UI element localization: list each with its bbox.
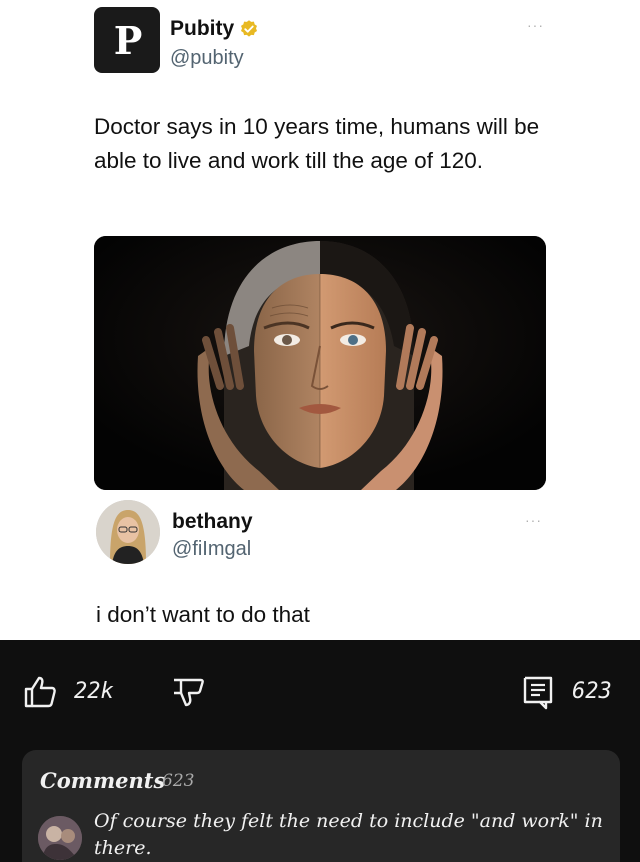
- thumbs-up-icon[interactable]: [22, 674, 58, 710]
- more-options-icon[interactable]: ···: [527, 17, 544, 33]
- post-header: P Pubity @pubity ···: [94, 7, 554, 73]
- screenshot-post: P Pubity @pubity ··· Doctor says in 10 y…: [0, 0, 640, 640]
- verified-badge-icon: [241, 20, 257, 37]
- commenter-avatar-photo: [38, 816, 82, 860]
- post-image-aging-face[interactable]: [94, 236, 546, 490]
- bethany-avatar[interactable]: [96, 500, 160, 564]
- post-author-name[interactable]: Pubity: [170, 17, 234, 41]
- like-count: 22k: [74, 679, 114, 704]
- video-engagement-panel: 22k 623 Comments 623 Of course they felt…: [0, 640, 640, 862]
- post-text: Doctor says in 10 years time, humans wil…: [94, 114, 540, 173]
- post-author-handle[interactable]: @pubity: [170, 47, 244, 70]
- pubity-logo: P: [113, 17, 143, 63]
- thumbs-down-icon[interactable]: [170, 674, 206, 710]
- top-comment-text: Of course they felt the need to include …: [94, 810, 603, 859]
- comments-heading: Comments: [40, 768, 166, 793]
- reply-text: i don’t want to do that: [96, 602, 310, 627]
- reply-more-options-icon[interactable]: ···: [525, 512, 542, 528]
- action-bar: 22k 623: [0, 670, 640, 720]
- comments-section[interactable]: Comments 623 Of course they felt the nee…: [22, 750, 620, 862]
- comments-icon[interactable]: [522, 674, 554, 710]
- comments-heading-count: 623: [162, 771, 195, 791]
- avatar-photo: [96, 500, 160, 564]
- commenter-avatar[interactable]: [38, 816, 82, 860]
- reply-header: bethany @fiImgal ···: [96, 500, 556, 568]
- reply-author-handle[interactable]: @fiImgal: [172, 538, 251, 561]
- reply-author-name[interactable]: bethany: [172, 510, 253, 534]
- comments-count: 623: [572, 679, 612, 704]
- pubity-avatar[interactable]: P: [94, 7, 160, 73]
- aging-face-illustration: [94, 236, 546, 490]
